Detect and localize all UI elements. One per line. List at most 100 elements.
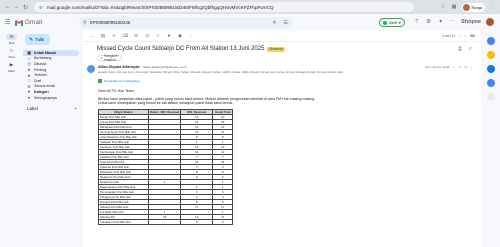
older-icon[interactable]: › bbox=[465, 34, 466, 38]
sidebar-item-label: Terkirim bbox=[34, 73, 47, 78]
gemini-icon[interactable]: ✦ bbox=[437, 19, 444, 26]
profile-name: Ranja bbox=[471, 4, 482, 10]
address-bar[interactable]: ⚙ mail.google.com/mail/u/0/?tab=rm&ogbl#… bbox=[34, 2, 414, 12]
chevron-down-icon: ▾ bbox=[398, 20, 401, 25]
sender-email: <alfian.alfiansyah@shopee.com> bbox=[141, 65, 188, 69]
sidebar-item-categories[interactable]: ▾ Kategori bbox=[23, 89, 79, 95]
mark-unread-icon[interactable]: ✉ bbox=[133, 33, 139, 39]
side-panel bbox=[481, 31, 500, 247]
open-new-window-icon[interactable]: ↗ bbox=[467, 46, 473, 52]
labels-icon[interactable]: ◆ bbox=[177, 33, 183, 39]
sender-name[interactable]: Alfian Shyada Alfiansyah bbox=[98, 65, 140, 69]
sidebar-item-drafts[interactable]: □ Draf bbox=[23, 78, 79, 84]
pagination-text: 4 dari 11 bbox=[441, 34, 456, 38]
url-text: mail.google.com/mail/u/0/?tab=rm&ogbl#se… bbox=[47, 4, 274, 10]
sidebar: ✎ Tulis ▦ Kotak Masuk ☆ Berbintang ◷ Dit… bbox=[23, 31, 83, 247]
rail-label-chat: Chat bbox=[8, 55, 15, 59]
inbox-icon: ▦ bbox=[27, 51, 31, 56]
table-row: Sukodono First Mile Hub 9 9 bbox=[98, 218, 234, 225]
archive-icon[interactable]: ▤ bbox=[100, 33, 106, 39]
email-date: Jum, 13 Jun 13.40 bbox=[425, 65, 450, 69]
gmail-header: ☰ Gmail ⚲ SPX0058095150246 ✕ ☰ Aktif ▾ ?… bbox=[0, 14, 500, 31]
apps-grid-icon[interactable]: ⋯ bbox=[449, 19, 456, 26]
report-spam-icon[interactable]: ⚠ bbox=[111, 33, 117, 39]
email-body-line: Untuk kami melanjutkan yang belum ke ata… bbox=[98, 101, 233, 106]
app-rail: ✉ Mail □ Chat ▶ Meet bbox=[0, 31, 23, 247]
compose-button[interactable]: ✎ Tulis bbox=[25, 34, 50, 45]
meet-icon: ▶ bbox=[9, 62, 14, 67]
message-view: ← ▤ ⚠ ⌫ ✉ ◷ ✓ ➤ ◆ ⋮ 4 dari 11 ‹ › ⌨ Miss… bbox=[83, 31, 481, 247]
mail-icon: ✉ bbox=[6, 34, 17, 40]
sender-row: Alfian Shyada Alfiansyah <alfian.alfians… bbox=[87, 65, 481, 74]
more-options-icon[interactable]: ⋮ bbox=[470, 65, 473, 69]
forward-icon[interactable]: → bbox=[12, 2, 21, 12]
recipients-line[interactable]: kepada Yusuf, Achmad, Amry, Ariansyah, D… bbox=[98, 70, 388, 74]
rail-item-chat[interactable]: □ Chat bbox=[0, 48, 23, 59]
input-tools-icon[interactable]: ⌨ bbox=[470, 34, 475, 38]
sidebar-item-label: Ditunda bbox=[34, 61, 47, 66]
keep-icon[interactable] bbox=[486, 51, 495, 59]
emoji-react-icon[interactable]: ☺ bbox=[458, 65, 461, 69]
organization-logo: Shopee bbox=[461, 19, 481, 25]
gmail-m-icon bbox=[15, 19, 23, 26]
add-addon-icon[interactable] bbox=[486, 93, 495, 101]
newer-icon[interactable]: ‹ bbox=[459, 34, 460, 38]
sidebar-item-label: Semua email bbox=[34, 84, 55, 89]
chevron-down-icon: ▾ bbox=[28, 96, 30, 101]
bookmark-star-icon[interactable]: ☆ bbox=[440, 4, 447, 11]
clear-search-icon[interactable]: ✕ bbox=[272, 20, 276, 26]
table-cell: 9 bbox=[212, 218, 234, 225]
help-icon[interactable]: ? bbox=[413, 19, 420, 26]
add-label-icon[interactable]: + bbox=[74, 106, 77, 111]
pencil-icon: ✎ bbox=[29, 36, 34, 43]
search-input[interactable]: SPX0058095150246 bbox=[90, 20, 270, 25]
sidebar-item-more[interactable]: ▾ Selengkapnya bbox=[23, 95, 79, 101]
external-tag[interactable]: Eksternal bbox=[267, 46, 285, 52]
sidebar-item-label: Kotak Masuk bbox=[34, 50, 57, 55]
profile-chip[interactable]: Ranja bbox=[461, 2, 485, 12]
labels-title: Label bbox=[27, 106, 38, 112]
rail-item-meet[interactable]: ▶ Meet bbox=[0, 62, 23, 73]
move-to-icon[interactable]: ➤ bbox=[166, 33, 172, 39]
site-info-icon[interactable]: ⚙ bbox=[39, 5, 44, 10]
account-avatar[interactable] bbox=[486, 18, 494, 26]
sparkle-icon: ✦ bbox=[100, 56, 103, 60]
shared-spreadsheet-chip[interactable]: Spreadsheet ini dibagikan bbox=[98, 79, 481, 83]
sidebar-item-snoozed[interactable]: ◷ Ditunda bbox=[23, 61, 79, 67]
back-to-list-icon[interactable]: ← bbox=[89, 33, 95, 39]
sidebar-item-inbox[interactable]: ▦ Kotak Masuk bbox=[23, 50, 79, 56]
sender-avatar[interactable] bbox=[87, 65, 95, 73]
print-icon[interactable]: ⎙ bbox=[457, 46, 463, 52]
reload-icon[interactable]: ↻ bbox=[21, 2, 30, 12]
gmail-wordmark: Gmail bbox=[25, 19, 42, 26]
subject-row: Missed Cycle Count Sidoarjo DC From All … bbox=[83, 42, 481, 52]
calendar-icon[interactable] bbox=[486, 37, 495, 45]
search-options-icon[interactable]: ☰ bbox=[284, 20, 288, 26]
search-bar[interactable]: ⚲ SPX0058095150246 ✕ ☰ bbox=[79, 17, 292, 28]
add-task-icon[interactable]: ✓ bbox=[155, 33, 161, 39]
gmail-logo[interactable]: Gmail bbox=[15, 19, 42, 26]
search-icon[interactable]: ⚲ bbox=[83, 20, 87, 26]
snooze-icon[interactable]: ◷ bbox=[144, 33, 150, 39]
contacts-icon[interactable] bbox=[486, 79, 495, 87]
star-icon[interactable]: ☆ bbox=[453, 65, 456, 69]
reply-icon[interactable]: ↩ bbox=[464, 65, 467, 69]
status-indicator[interactable]: Aktif ▾ bbox=[379, 18, 405, 27]
sidebar-nav: ▦ Kotak Masuk ☆ Berbintang ◷ Ditunda ➤ P… bbox=[23, 50, 83, 100]
settings-gear-icon[interactable]: ⚙ bbox=[425, 19, 432, 26]
clock-icon: ◷ bbox=[27, 62, 31, 67]
back-icon[interactable]: ← bbox=[3, 2, 12, 12]
summarize-button[interactable]: ✦ Rangkum email ini bbox=[97, 54, 122, 62]
extensions-icon[interactable]: ▦ bbox=[451, 4, 458, 11]
more-options-icon[interactable]: ⋮ bbox=[188, 33, 194, 39]
sidebar-item-label: Kategori bbox=[34, 89, 49, 94]
table-cell: 9 bbox=[180, 218, 214, 225]
rail-item-mail[interactable]: ✉ Mail bbox=[0, 34, 23, 45]
tasks-icon[interactable] bbox=[486, 65, 495, 73]
table-cell: Sukodono First Mile Hub bbox=[98, 218, 149, 225]
subject-actions: ⎙ ↗ bbox=[457, 46, 473, 52]
status-dot-icon bbox=[383, 20, 387, 25]
browser-menu-icon[interactable]: ⋮ bbox=[489, 4, 496, 11]
main-menu-icon[interactable]: ☰ bbox=[5, 19, 12, 26]
delete-icon[interactable]: ⌫ bbox=[122, 33, 128, 39]
